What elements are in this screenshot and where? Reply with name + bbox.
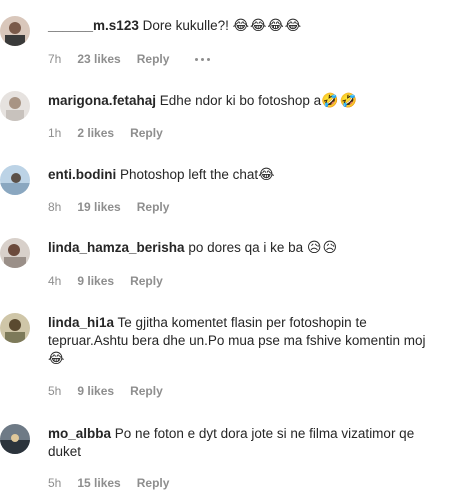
comment-text: marigona.fetahaj Edhe ndor ki bo fotosho… (48, 92, 443, 110)
comment-meta: 5h 15 likes Reply (48, 476, 185, 490)
comment-text: enti.bodini Photoshop left the chat😂 (48, 166, 443, 184)
comment-time: 5h (48, 384, 62, 398)
comment-username[interactable]: enti.bodini (48, 167, 116, 182)
reply-button[interactable]: Reply (130, 384, 163, 398)
comment-time: 4h (48, 274, 62, 288)
comment-likes[interactable]: 9 likes (77, 384, 114, 398)
comment-likes[interactable]: 19 likes (77, 200, 120, 214)
comment-emoji: 🤣🤣 (321, 93, 359, 109)
avatar[interactable] (0, 424, 30, 454)
comment-emoji: 😂 (48, 351, 66, 367)
comment-username[interactable]: linda_hi1a (48, 315, 114, 330)
avatar[interactable] (0, 238, 30, 268)
avatar[interactable] (0, 16, 30, 46)
reply-button[interactable]: Reply (137, 476, 170, 490)
comment-text: linda_hamza_berisha po dores qa i ke ba … (48, 239, 443, 257)
reply-button[interactable]: Reply (130, 126, 163, 140)
comment-text: ______m.s123 Dore kukulle?! 😂😂😂😂 (48, 17, 443, 35)
avatar[interactable] (0, 313, 30, 343)
comment-body: Dore kukulle?! (142, 18, 233, 33)
comment-likes[interactable]: 2 likes (77, 126, 114, 140)
comment-meta: 8h 19 likes Reply (48, 200, 185, 214)
comment-meta: 5h 9 likes Reply (48, 384, 179, 398)
comment-username[interactable]: mo_albba (48, 426, 111, 441)
comment-time: 7h (48, 52, 62, 66)
comment-username[interactable]: linda_hamza_berisha (48, 240, 185, 255)
comment-time: 5h (48, 476, 62, 490)
comment-body: po dores qa i ke ba (188, 240, 307, 255)
comment-username[interactable]: marigona.fetahaj (48, 93, 156, 108)
comment-likes[interactable]: 15 likes (77, 476, 120, 490)
comment-meta: 7h 23 likes Reply (48, 52, 226, 66)
reply-button[interactable]: Reply (137, 52, 170, 66)
comment-meta: 1h 2 likes Reply (48, 126, 179, 140)
comment-body: Edhe ndor ki bo fotoshop a (159, 93, 322, 108)
comment-body: Photoshop left the chat (120, 167, 259, 182)
reply-button[interactable]: Reply (137, 200, 170, 214)
comment-text: mo_albba Po ne foton e dyt dora jote si … (48, 425, 443, 461)
comment-text: linda_hi1a Te gjitha komentet flasin per… (48, 314, 443, 368)
avatar[interactable] (0, 165, 30, 195)
avatar[interactable] (0, 91, 30, 121)
comment-emoji: 😂 (258, 167, 276, 183)
more-options-icon[interactable] (195, 57, 211, 61)
comment-username[interactable]: ______m.s123 (48, 18, 139, 33)
comment-time: 8h (48, 200, 62, 214)
comment-emoji: 😂😂😂😂 (232, 18, 303, 34)
comment-emoji: 😥😥 (306, 240, 339, 256)
comment-time: 1h (48, 126, 62, 140)
comment-likes[interactable]: 9 likes (77, 274, 114, 288)
comment-meta: 4h 9 likes Reply (48, 274, 179, 288)
comment-likes[interactable]: 23 likes (77, 52, 120, 66)
reply-button[interactable]: Reply (130, 274, 163, 288)
